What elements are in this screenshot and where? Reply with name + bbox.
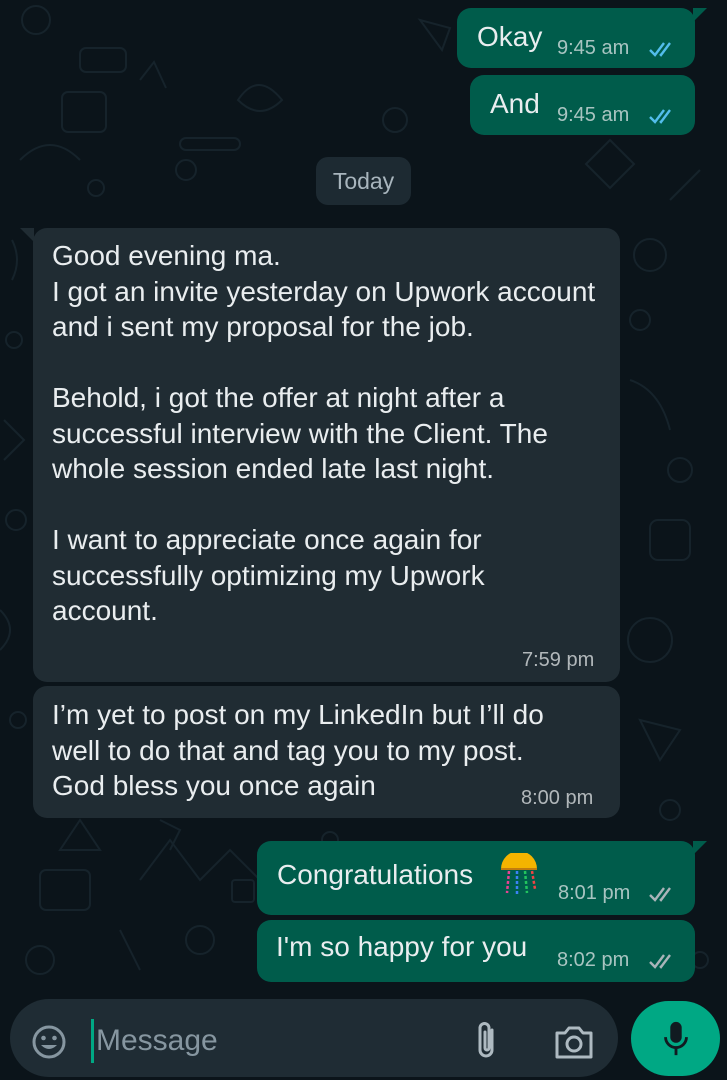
- camera-icon[interactable]: [553, 1023, 595, 1061]
- microphone-icon: [664, 1021, 688, 1056]
- read-ticks-icon: [649, 42, 671, 57]
- bubble-tail: [20, 228, 34, 242]
- message-time: 9:45 am: [557, 104, 630, 126]
- bubble-tail: [693, 841, 707, 855]
- date-divider: Today: [316, 157, 411, 205]
- message-text: I’m yet to post on my LinkedIn but I’ll …: [52, 699, 544, 801]
- read-ticks-icon: [649, 887, 671, 902]
- message-text: Okay: [477, 21, 543, 52]
- microphone-button[interactable]: [631, 1001, 720, 1076]
- bubble-tail: [693, 8, 707, 22]
- chat-screen: Okay 9:45 am And 9:45 am Today Good even…: [0, 0, 727, 1080]
- message-text: Congratulations: [277, 859, 474, 890]
- read-ticks-icon: [649, 954, 671, 969]
- message-text: I'm so happy for you: [276, 931, 528, 962]
- message-time: 8:02 pm: [557, 949, 630, 971]
- message-time: 8:01 pm: [558, 882, 631, 904]
- read-ticks-icon: [649, 109, 671, 124]
- message-text: Good evening ma. I got an invite yesterd…: [52, 240, 596, 626]
- emoji-icon[interactable]: [29, 1022, 69, 1062]
- message-time: 9:45 am: [557, 37, 630, 59]
- attachment-icon[interactable]: [472, 1020, 502, 1064]
- confetti-ball-icon: [501, 853, 537, 895]
- message-text: And: [490, 88, 540, 119]
- message-time: 7:59 pm: [522, 649, 595, 671]
- message-input[interactable]: [96, 1021, 446, 1061]
- text-caret: [91, 1019, 94, 1063]
- message-time: 8:00 pm: [521, 787, 594, 809]
